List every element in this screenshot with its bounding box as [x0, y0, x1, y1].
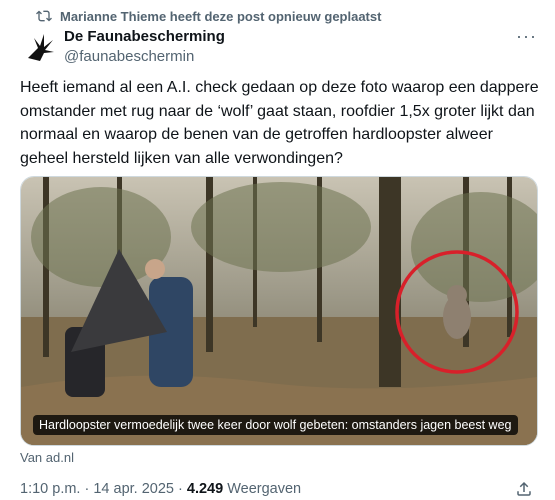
link-source[interactable]: Van ad.nl	[20, 450, 74, 465]
forest-photo	[21, 177, 537, 445]
author-handle[interactable]: @faunabeschermin	[64, 48, 194, 65]
post-text: Heeft iemand al een A.I. check gedaan op…	[20, 79, 539, 167]
post-meta: 1:10 p.m. · 14 apr. 2025 · 4.249 Weergav…	[20, 481, 302, 497]
repost-text: Marianne Thieme heeft deze post opnieuw …	[60, 8, 382, 24]
post-image[interactable]: Hardloopster vermoedelijk twee keer door…	[20, 176, 538, 446]
views-label: Weergaven	[223, 481, 302, 497]
post-time[interactable]: 1:10 p.m.	[20, 481, 80, 497]
views-count: 4.249	[186, 481, 224, 497]
repost-icon	[36, 10, 52, 22]
repost-header[interactable]: Marianne Thieme heeft deze post opnieuw …	[36, 8, 381, 24]
image-caption: Hardloopster vermoedelijk twee keer door…	[33, 415, 518, 435]
share-icon[interactable]	[515, 480, 533, 498]
author-name[interactable]: De Faunabescherming	[64, 28, 225, 45]
avatar[interactable]	[20, 28, 60, 68]
post-date[interactable]: 14 apr. 2025	[93, 481, 174, 497]
more-icon[interactable]: ···	[516, 26, 537, 47]
